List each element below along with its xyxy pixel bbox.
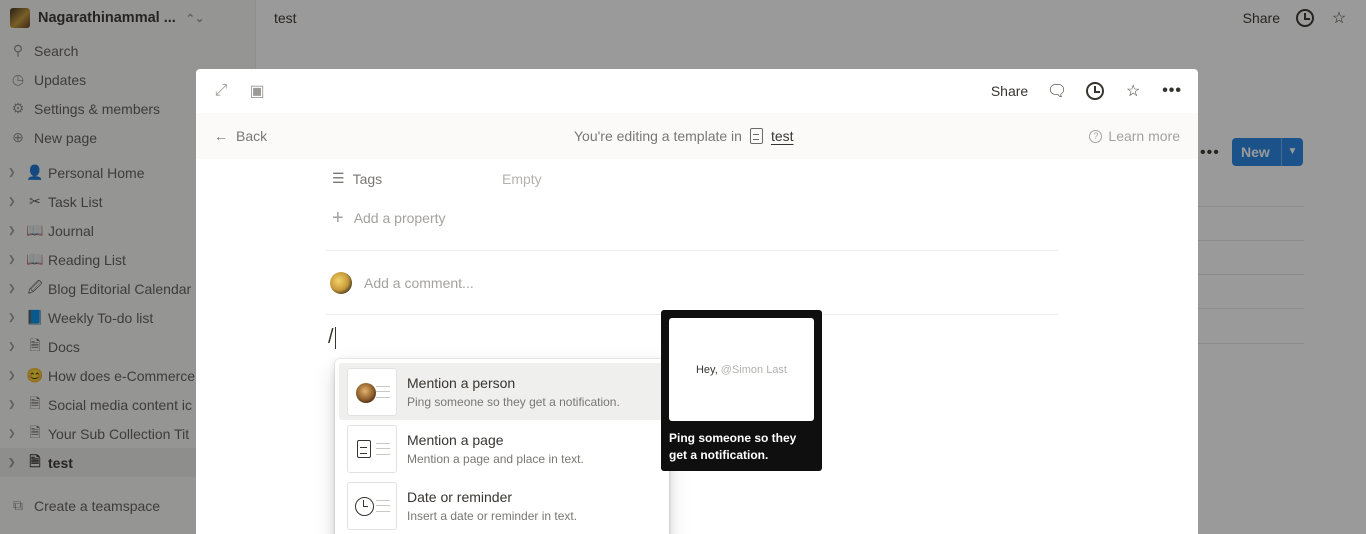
menu-item-title: Mention a page <box>407 431 504 448</box>
property-name: Tags <box>352 170 383 187</box>
menu-item-desc: Insert a date or reminder in text. <box>407 508 578 523</box>
avatar <box>330 271 352 294</box>
avatar-icon <box>356 382 376 403</box>
comment-placeholder: Add a comment... <box>364 274 474 291</box>
list-icon: ☰ <box>332 170 345 186</box>
page-icon <box>357 439 371 458</box>
arrow-left-icon: ← <box>214 128 228 144</box>
star-icon[interactable]: ☆ <box>1124 82 1142 100</box>
mention-page-thumbnail <box>347 424 397 473</box>
modal-header: ⤢ ▣ Share 🗨 ☆ ••• <box>196 69 1198 113</box>
template-editing-notice: You're editing a template in test <box>574 128 1089 144</box>
preview-mention: @Simon Last <box>720 363 787 376</box>
modal-share-button[interactable]: Share <box>991 83 1028 99</box>
menu-item-mention-person[interactable]: Mention a person Ping someone so they ge… <box>339 363 665 420</box>
editor-text: / <box>328 326 334 348</box>
text-lines-icon <box>376 499 390 512</box>
more-icon[interactable]: ••• <box>1162 82 1182 100</box>
property-value[interactable]: Empty <box>502 171 542 187</box>
plus-icon: + <box>332 206 344 229</box>
template-banner: ← Back You're editing a template in test… <box>196 113 1198 159</box>
learn-more-link[interactable]: ? Learn more <box>1089 128 1180 144</box>
comment-input[interactable]: Add a comment... <box>326 251 1058 314</box>
text-lines-icon <box>376 385 390 398</box>
text-caret <box>334 327 336 349</box>
template-link[interactable]: test <box>771 128 794 144</box>
layout-icon[interactable]: ▣ <box>248 82 266 100</box>
menu-item-mention-page[interactable]: Mention a page Mention a page and place … <box>339 420 665 477</box>
expand-icon[interactable]: ⤢ <box>212 82 230 100</box>
mention-person-thumbnail <box>347 367 397 416</box>
preview-greeting: Hey, <box>695 363 718 376</box>
question-icon: ? <box>1089 129 1103 143</box>
page-icon <box>749 128 763 144</box>
menu-item-desc: Mention a page and place in text. <box>407 451 584 466</box>
date-reminder-thumbnail <box>347 481 397 530</box>
learn-more-label: Learn more <box>1108 128 1180 144</box>
property-row-tags[interactable]: ☰ Tags Empty <box>326 159 1058 198</box>
editing-text: You're editing a template in <box>574 128 742 144</box>
menu-item-title: Date or reminder <box>407 488 513 505</box>
menu-item-date-reminder[interactable]: Date or reminder Insert a date or remind… <box>339 477 665 534</box>
clock-icon <box>355 496 374 516</box>
mention-preview-tooltip: Hey, @Simon Last Ping someone so they ge… <box>661 310 822 471</box>
text-lines-icon <box>376 442 390 455</box>
back-button[interactable]: ← Back <box>214 128 574 144</box>
add-property-button[interactable]: + Add a property <box>326 198 1058 238</box>
add-property-label: Add a property <box>353 210 446 226</box>
back-label: Back <box>236 128 268 144</box>
comment-icon[interactable]: 🗨 <box>1047 82 1067 100</box>
history-icon[interactable] <box>1086 82 1105 100</box>
menu-item-title: Mention a person <box>407 374 516 391</box>
mention-menu: Mention a person Ping someone so they ge… <box>335 359 669 534</box>
preview-card: Hey, @Simon Last <box>669 318 814 421</box>
preview-caption: Ping someone so they get a notification. <box>669 431 797 462</box>
menu-item-desc: Ping someone so they get a notification. <box>407 394 620 409</box>
